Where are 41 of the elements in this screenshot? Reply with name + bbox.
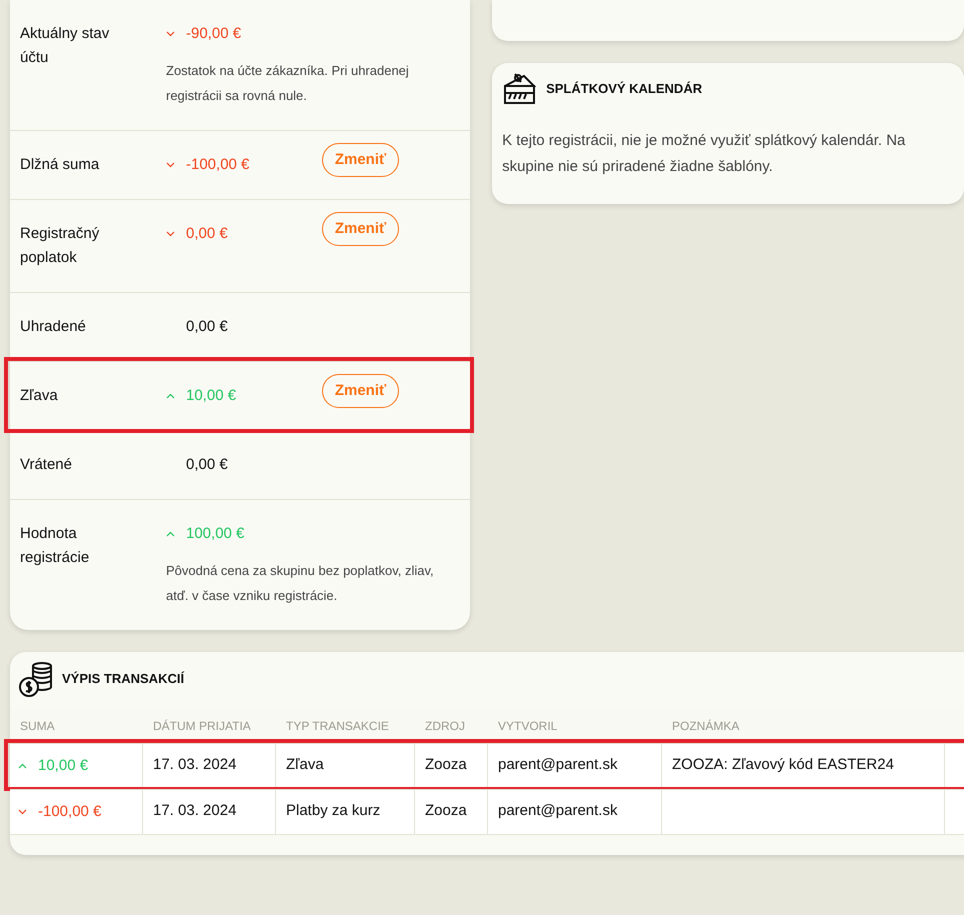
amount: 100,00 € — [186, 524, 244, 544]
table-cell: Platby za kurz — [286, 802, 380, 819]
table-cell-text: 10,00 € — [38, 756, 88, 776]
amount: -100,00 € — [186, 154, 250, 175]
change-button[interactable]: Zmeniť — [322, 374, 399, 408]
amount: 0,00 € — [186, 454, 228, 475]
table-cell: Zooza — [425, 756, 467, 773]
amount: 0,00 € — [186, 224, 228, 244]
row-label: Hodnota registrácie — [20, 524, 90, 568]
column-header: POZNÁMKA — [671, 718, 740, 735]
column-header: TYP TRANSAKCIE — [285, 718, 390, 735]
amount: -90,00 € — [186, 24, 242, 44]
row-label: Registračný poplatok — [20, 224, 100, 268]
card-title: VÝPIS TRANSAKCIÍ — [62, 670, 184, 688]
column-header: ZDROJ — [424, 718, 466, 735]
table-cell: Zooza — [425, 802, 467, 819]
column-header: SUMA — [19, 718, 56, 735]
table-cell: 17. 03. 2024 — [153, 802, 236, 819]
change-button[interactable]: Zmeniť — [322, 143, 399, 177]
amount: 10,00 € — [186, 386, 236, 406]
row-note: Zostatok na účte zákazníka. Pri uhradenej registrácii sa rovná nule. — [166, 62, 410, 105]
row-label: Aktuálny stav účtu — [20, 24, 110, 68]
table-cell: parent@parent.sk — [498, 756, 618, 773]
table-cell: ZOOZA: Zľavový kód EASTER24 — [672, 756, 894, 773]
row-label: Zľava — [20, 386, 59, 406]
card-text: K tejto registrácii, nie je možné využiť splátkový kalendár. Na skupine nie sú priradené žiadne šablóny. — [502, 131, 906, 177]
cake-slice-icon — [502, 72, 536, 106]
column-header: DÁTUM PRIJATIA — [152, 718, 252, 735]
row-label: Vrátené — [20, 455, 73, 475]
row-label: Dlžná suma — [20, 155, 100, 175]
table-cell-text: -100,00 € — [38, 802, 102, 822]
column-header: VYTVORIL — [497, 718, 558, 735]
table-cell: Zľava — [286, 756, 324, 773]
table-cell: 17. 03. 2024 — [153, 756, 236, 773]
coins-icon — [18, 661, 54, 697]
change-button[interactable]: Zmeniť — [322, 212, 399, 246]
table-cell: parent@parent.sk — [498, 802, 618, 819]
row-note: Pôvodná cena za skupinu bez poplatkov, zliav, atď. v čase vzniku registrácie. — [166, 562, 435, 605]
card-title: SPLÁTKOVÝ KALENDÁR — [546, 80, 702, 98]
row-label: Uhradené — [20, 317, 87, 337]
amount: 0,00 € — [186, 316, 228, 337]
